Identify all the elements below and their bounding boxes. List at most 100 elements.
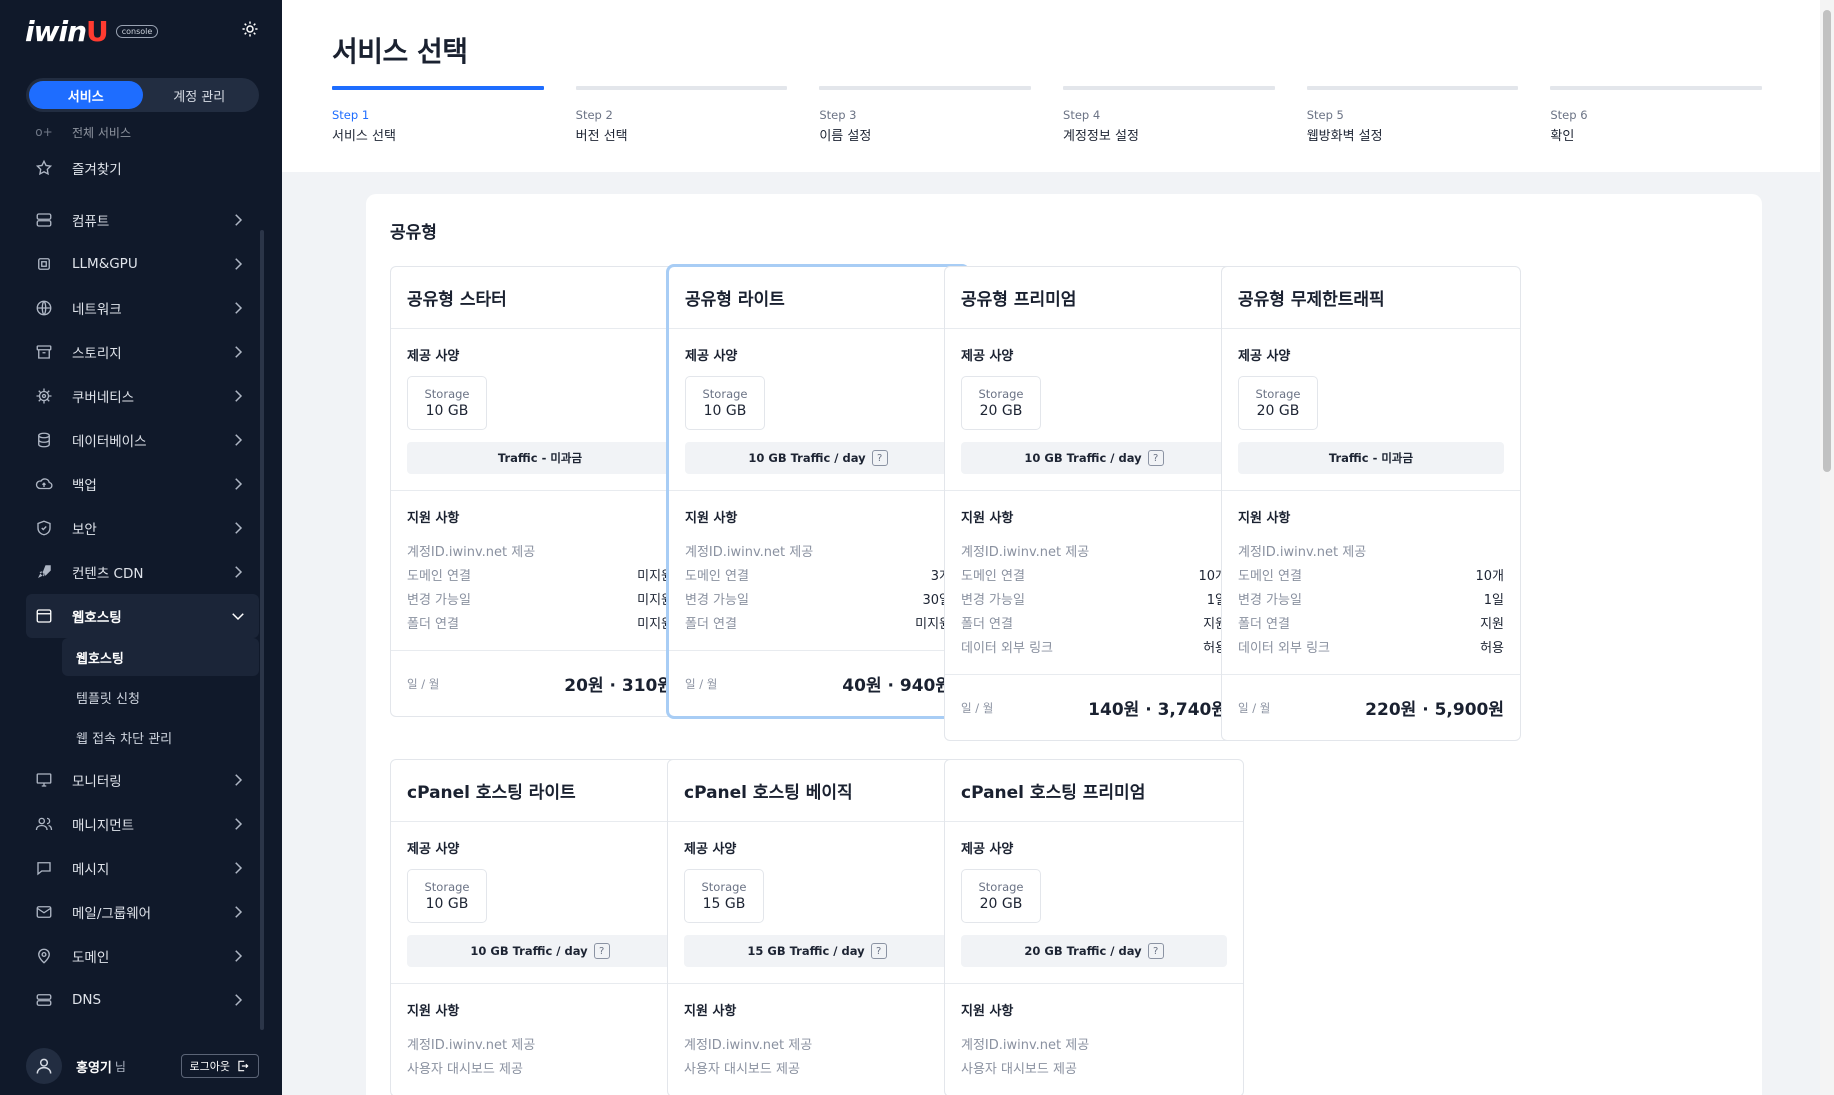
chevron-right-icon: [235, 566, 243, 578]
storage-label: Storage: [702, 387, 748, 401]
traffic-info: Traffic - 미과금: [407, 442, 673, 474]
support-row: 폴더 연결 미지원: [685, 610, 951, 634]
support-row: 변경 가능일 미지원: [407, 586, 673, 610]
sidebar-item-webhosting[interactable]: 웹호스팅: [26, 594, 259, 638]
step-6[interactable]: Step 6 확인: [1550, 86, 1763, 144]
user-row: 홍영기 님 로그아웃: [26, 1046, 259, 1086]
sidebar-item-message[interactable]: 메시지: [26, 846, 259, 890]
storage-label: Storage: [424, 880, 470, 894]
spec-title: 제공 사양: [685, 349, 738, 364]
sidebar-item-database[interactable]: 데이터베이스: [26, 418, 259, 462]
support-key: 계정ID.iwinv.net 제공: [407, 1037, 536, 1053]
tab-services[interactable]: 서비스: [29, 81, 143, 109]
support-row: 데이터 외부 링크 허용: [1238, 634, 1504, 658]
storage-label: Storage: [978, 387, 1024, 401]
user-suffix: 님: [114, 1059, 126, 1074]
sidebar-item-network[interactable]: 네트워크: [26, 286, 259, 330]
step-4[interactable]: Step 4 계정정보 설정: [1063, 86, 1275, 144]
sidebar-item-label: 백업: [72, 478, 97, 494]
sidebar-item-security[interactable]: 보안: [26, 506, 259, 550]
page-scrollbar[interactable]: [1820, 0, 1834, 1095]
sidebar-item-backup[interactable]: 백업: [26, 462, 259, 506]
storage-box: Storage 20 GB: [961, 869, 1041, 923]
plan-card[interactable]: 공유형 스타터 제공 사양 Storage 10 GB Traffic - 미과…: [390, 266, 690, 717]
logo[interactable]: iwinU console: [25, 14, 260, 48]
support-row: 계정ID.iwinv.net 제공: [1238, 538, 1504, 562]
sidebar-item-storage[interactable]: 스토리지: [26, 330, 259, 374]
step-bar: [819, 86, 1032, 90]
support-key: 계정ID.iwinv.net 제공: [407, 544, 536, 560]
step-number: Step 1: [332, 108, 370, 122]
support-section: 지원 사항 계정ID.iwinv.net 제공 도메인 연결 미지원 변경 가능…: [391, 491, 689, 651]
step-3[interactable]: Step 3 이름 설정: [819, 86, 1032, 144]
plan-card[interactable]: cPanel 호스팅 베이직 제공 사양 Storage 15 GB 15 GB…: [667, 759, 967, 1095]
plan-card[interactable]: 공유형 프리미엄 제공 사양 Storage 20 GB 10 GB Traff…: [944, 266, 1244, 741]
sidebar-item-favorites[interactable]: 즐겨찾기: [26, 146, 259, 190]
step-name: 확인: [1550, 129, 1575, 144]
dns-icon: [34, 990, 54, 1010]
sidebar-item-cdn[interactable]: 컨텐츠 CDN: [26, 550, 259, 594]
storage-value: 10 GB: [425, 896, 469, 912]
plan-title: cPanel 호스팅 라이트: [391, 760, 689, 822]
sidebar-item-kubernetes[interactable]: 쿠버네티스: [26, 374, 259, 418]
support-row: 도메인 연결 10개: [961, 562, 1227, 586]
help-icon[interactable]: ?: [871, 450, 888, 466]
support-title: 지원 사항: [961, 511, 1014, 526]
plan-card[interactable]: cPanel 호스팅 프리미엄 제공 사양 Storage 20 GB 20 G…: [944, 759, 1244, 1095]
spec-section: 제공 사양 Storage 20 GB 10 GB Traffic / day …: [945, 329, 1243, 491]
support-key: 변경 가능일: [961, 592, 1025, 608]
sidebar-scrollbar[interactable]: [260, 230, 264, 1030]
support-row: 계정ID.iwinv.net 제공: [684, 1031, 950, 1055]
avatar-user-icon[interactable]: [26, 1048, 62, 1084]
support-row: 사용자 대시보드 제공: [961, 1055, 1227, 1079]
step-name: 계정정보 설정: [1063, 129, 1139, 144]
theme-toggle-sun-icon[interactable]: [240, 20, 260, 40]
storage-box: Storage 10 GB: [407, 869, 487, 923]
price-label: 일 / 월: [961, 700, 994, 715]
sidebar-item-monitoring[interactable]: 모니터링: [26, 758, 259, 802]
sidebar-item-llm-gpu[interactable]: LLM&GPU: [26, 242, 259, 286]
help-icon[interactable]: ?: [1147, 943, 1164, 959]
sidebar-item-mail[interactable]: 메일/그룹웨어: [26, 890, 259, 934]
sidebar-item-all-services[interactable]: o+ 전체 서비스: [26, 118, 259, 146]
page-scrollbar-thumb[interactable]: [1823, 10, 1831, 472]
support-row: 계정ID.iwinv.net 제공: [961, 538, 1227, 562]
support-key: 폴더 연결: [685, 616, 737, 632]
sidebar-item-label: 컴퓨트: [72, 214, 110, 230]
plan-title: cPanel 호스팅 베이직: [668, 760, 966, 822]
sidebar-item-compute[interactable]: 컴퓨트: [26, 198, 259, 242]
plan-card[interactable]: cPanel 호스팅 라이트 제공 사양 Storage 10 GB 10 GB…: [390, 759, 690, 1095]
logout-button[interactable]: 로그아웃: [180, 1054, 259, 1078]
plan-title: 공유형 라이트: [669, 267, 967, 329]
traffic-label: 20 GB Traffic / day: [1024, 944, 1142, 958]
plan-card[interactable]: 공유형 라이트 제공 사양 Storage 10 GB 10 GB Traffi…: [666, 264, 970, 719]
traffic-label: 15 GB Traffic / day: [747, 944, 865, 958]
tab-account[interactable]: 계정 관리: [143, 81, 257, 109]
sidebar-item-management[interactable]: 매니지먼트: [26, 802, 259, 846]
traffic-info: 10 GB Traffic / day ?: [407, 935, 673, 967]
submenu-web-access-block[interactable]: 웹 접속 차단 관리: [62, 718, 259, 756]
sidebar-item-label: 보안: [72, 522, 97, 538]
submenu-webhosting[interactable]: 웹호스팅: [62, 638, 259, 676]
plan-card[interactable]: 공유형 무제한트래픽 제공 사양 Storage 20 GB Traffic -…: [1221, 266, 1521, 741]
sidebar-item-dns[interactable]: DNS: [26, 978, 259, 1022]
support-section: 지원 사항 계정ID.iwinv.net 제공 도메인 연결 10개 변경 가능…: [1222, 491, 1520, 675]
step-2[interactable]: Step 2 버전 선택: [575, 86, 788, 144]
step-1[interactable]: Step 1 서비스 선택: [332, 86, 544, 144]
help-icon[interactable]: ?: [1147, 450, 1164, 466]
sidebar-item-label: 스토리지: [72, 346, 122, 362]
submenu-template-request[interactable]: 템플릿 신청: [62, 678, 259, 716]
support-row: 사용자 대시보드 제공: [684, 1055, 950, 1079]
step-bar: [332, 86, 544, 90]
help-icon[interactable]: ?: [870, 943, 887, 959]
price-row: 일 / 월 40원 · 940원: [669, 651, 967, 716]
sidebar-item-label: 쿠버네티스: [72, 390, 135, 406]
spec-section: 제공 사양 Storage 20 GB Traffic - 미과금: [1222, 329, 1520, 491]
sidebar-item-domain[interactable]: 도메인: [26, 934, 259, 978]
help-icon[interactable]: ?: [593, 943, 610, 959]
step-5[interactable]: Step 5 웹방화벽 설정: [1306, 86, 1519, 144]
page-title: 서비스 선택: [332, 35, 468, 68]
support-key: 변경 가능일: [407, 592, 471, 608]
support-title: 지원 사항: [684, 1004, 737, 1019]
spec-title: 제공 사양: [407, 349, 460, 364]
